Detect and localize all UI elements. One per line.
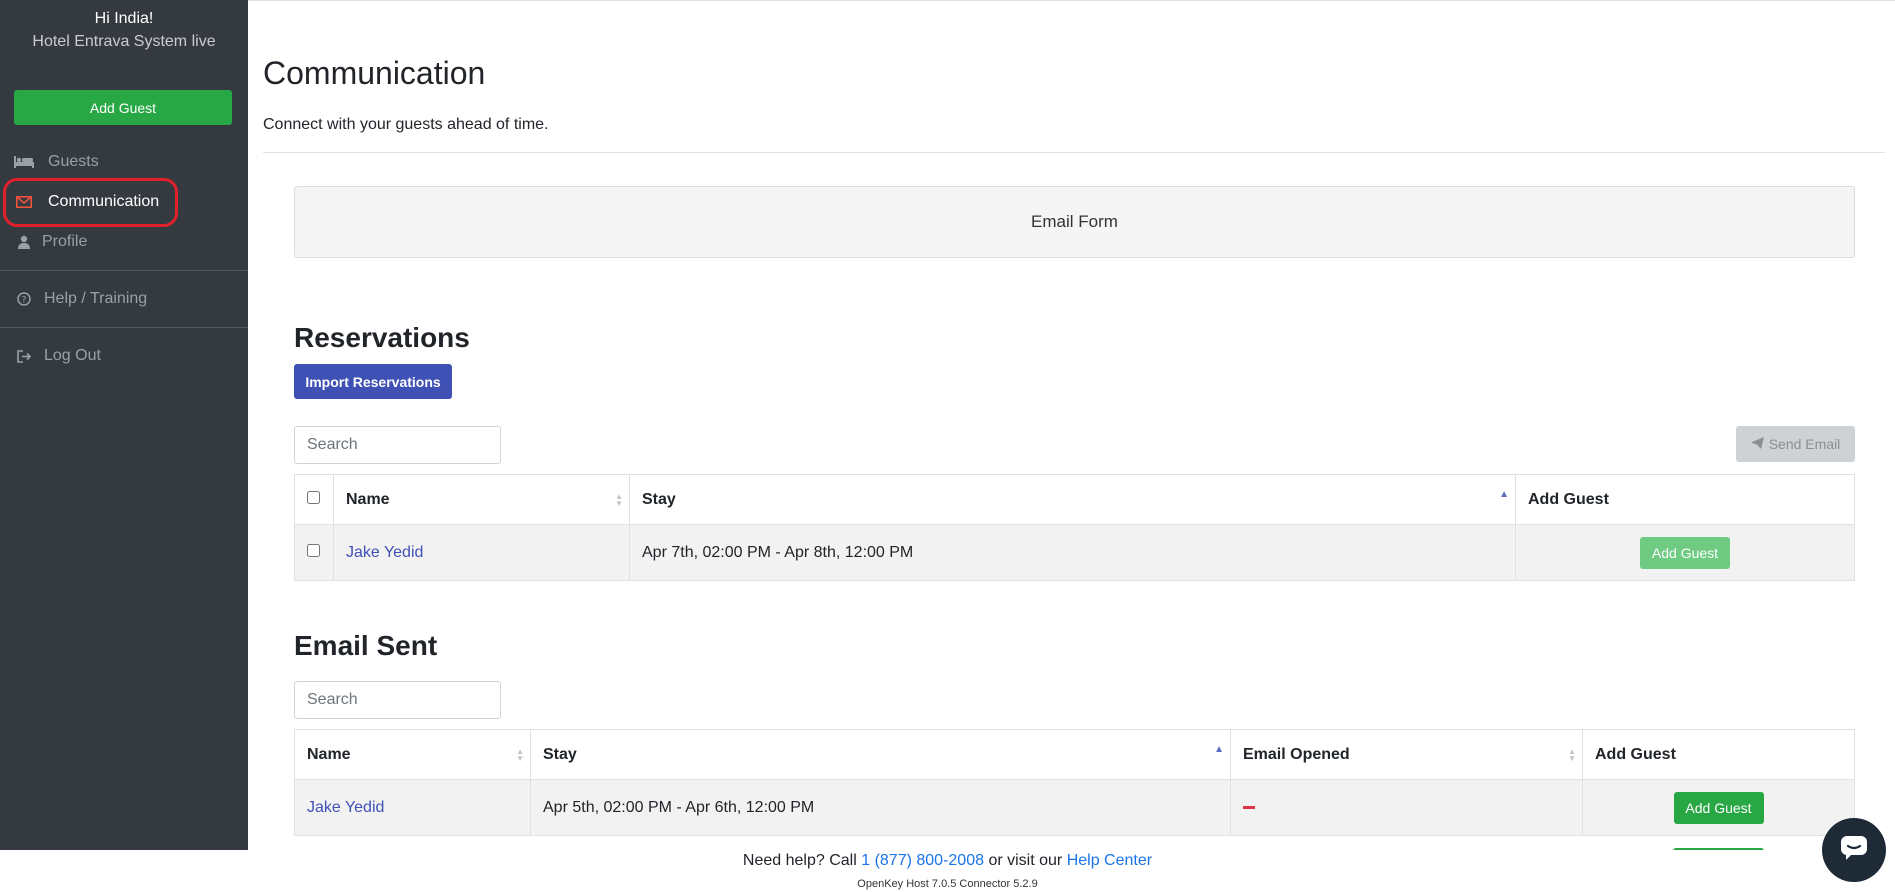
email-sent-title: Email Sent [294, 630, 438, 661]
svg-text:?: ? [22, 296, 27, 306]
sort-ascending-icon: ▲ [1499, 489, 1509, 500]
paper-plane-icon [1750, 436, 1764, 452]
send-email-button[interactable]: Send Email [1736, 426, 1855, 462]
row-select-cell [294, 524, 334, 581]
email-form-label: Email Form [1031, 212, 1118, 231]
highlight-annotation [3, 178, 178, 227]
reservations-table: Name ▲ ▼ Stay ▲ Add Guest Jake Yedid Apr … [294, 474, 1855, 581]
row-add-guest-button[interactable]: Add Guest [1640, 536, 1730, 569]
sidebar-divider [0, 270, 248, 271]
row-checkbox[interactable] [307, 543, 320, 557]
table-row: Jake Yedid Apr 7th, 02:00 PM - Apr 8th, … [294, 524, 1855, 581]
not-opened-indicator [1243, 805, 1255, 809]
sidebar-item-profile[interactable]: Profile [0, 225, 248, 259]
question-circle-icon: ? [14, 291, 34, 307]
stay-cell: Apr 7th, 02:00 PM - Apr 8th, 12:00 PM [629, 524, 1516, 581]
sidebar-item-guests[interactable]: Guests [0, 145, 248, 179]
hotel-name: Hotel Entrava System live [32, 33, 216, 50]
table-header-row: Name ▲ ▼ Stay ▲ Add Guest [294, 474, 1855, 525]
sidebar-item-label: Log Out [44, 347, 101, 364]
sidebar-item-help-training[interactable]: ? Help / Training [0, 282, 248, 316]
help-line: Need help? Call 1 (877) 800-2008 or visi… [742, 852, 1153, 869]
reservations-search-input[interactable] [294, 426, 501, 464]
chat-icon [1840, 835, 1868, 866]
column-header-stay[interactable]: Stay ▲ [629, 474, 1516, 525]
column-header-name[interactable]: Name ▲ ▼ [294, 729, 531, 780]
email-form-panel[interactable]: Email Form [294, 186, 1855, 258]
version-text: OpenKey Host 7.0.5 Connector 5.2.9 [857, 878, 1038, 890]
sidebar-item-label: Help / Training [44, 290, 148, 307]
page-title: Communication [263, 55, 486, 91]
column-header-email-opened[interactable]: Email Opened ▲ ▼ [1230, 729, 1583, 780]
sort-icon: ▲ ▼ [615, 491, 623, 508]
sidebar-item-log-out[interactable]: Log Out [0, 339, 248, 373]
top-border [248, 0, 1895, 1]
user-icon [14, 234, 34, 250]
chat-widget-button[interactable] [1822, 818, 1886, 882]
column-header-stay[interactable]: Stay ▲ [530, 729, 1231, 780]
row-add-guest-button[interactable]: Add Guest [1673, 791, 1764, 824]
guest-name-cell: Jake Yedid [294, 779, 531, 836]
sort-ascending-icon: ▲ [1214, 744, 1224, 755]
sidebar-item-label: Guests [48, 153, 99, 170]
email-sent-table: Name ▲ ▼ Stay ▲ Email Opened ▲ ▼ Add Guest… [294, 729, 1855, 836]
guest-name-link[interactable]: Jake Yedid [346, 544, 423, 561]
sort-icon: ▲ ▼ [516, 746, 524, 763]
phone-link[interactable]: 1 (877) 800-2008 [861, 852, 984, 869]
reservations-title: Reservations [294, 322, 470, 353]
email-sent-search-input[interactable] [294, 681, 501, 719]
column-header-add-guest: Add Guest [1582, 729, 1855, 780]
guest-name-link[interactable]: Jake Yedid [307, 799, 384, 816]
sign-out-icon [14, 348, 34, 364]
add-guest-cell: Add Guest [1515, 524, 1855, 581]
column-header-add-guest: Add Guest [1515, 474, 1855, 525]
send-email-label: Send Email [1768, 436, 1841, 452]
select-all-checkbox[interactable] [307, 490, 320, 504]
page-subtitle: Connect with your guests ahead of time. [263, 116, 549, 133]
sidebar-add-guest-button[interactable]: Add Guest [14, 90, 232, 125]
table-row: Jake Yedid Apr 5th, 02:00 PM - Apr 6th, … [294, 779, 1855, 836]
sidebar: Hi India! Hotel Entrava System live Add … [0, 0, 248, 850]
select-all-cell [294, 474, 334, 525]
stay-cell: Apr 5th, 02:00 PM - Apr 6th, 12:00 PM [530, 779, 1231, 836]
sort-icon: ▲ ▼ [1568, 746, 1576, 763]
column-header-name[interactable]: Name ▲ ▼ [333, 474, 630, 525]
sidebar-item-label: Profile [42, 233, 88, 250]
add-guest-cell: Add Guest [1582, 779, 1855, 836]
header-divider [263, 152, 1885, 153]
greeting-text: Hi India! [94, 10, 154, 27]
sidebar-divider [0, 327, 248, 328]
import-reservations-button[interactable]: Import Reservations [294, 364, 452, 399]
email-opened-cell [1230, 779, 1583, 836]
bed-icon [14, 154, 34, 170]
table-header-row: Name ▲ ▼ Stay ▲ Email Opened ▲ ▼ Add Guest [294, 729, 1855, 780]
guest-name-cell: Jake Yedid [333, 524, 630, 581]
help-center-link[interactable]: Help Center [1067, 852, 1152, 869]
